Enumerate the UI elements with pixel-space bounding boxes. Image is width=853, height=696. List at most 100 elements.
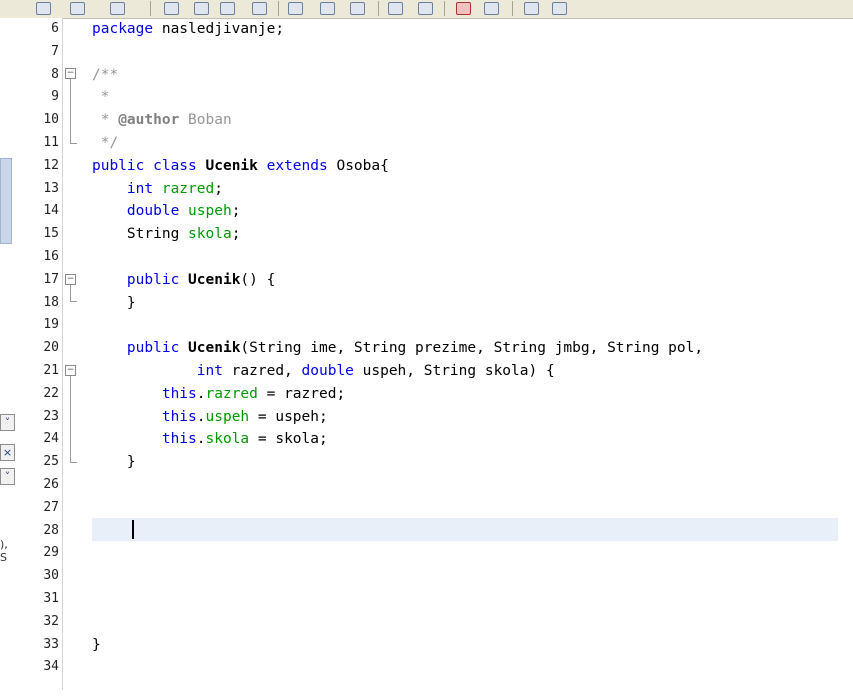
code-line: int razred, double uspeh, String skola) …	[92, 360, 838, 383]
chevron-down-icon[interactable]: ˅	[0, 468, 15, 485]
line-number: 14	[43, 203, 59, 219]
code-line: /**	[92, 64, 838, 87]
chevron-down-icon[interactable]: ˅	[0, 414, 15, 431]
fold-guide	[70, 285, 71, 301]
code-line: double uspeh;	[92, 200, 838, 223]
comment-text: /**	[92, 66, 119, 83]
line-number: 22	[43, 385, 59, 401]
stop-icon[interactable]	[418, 2, 433, 15]
keyword: int	[92, 180, 154, 197]
find-icon[interactable]	[164, 2, 179, 15]
line-number: 33	[43, 636, 59, 652]
fold-collapse-icon[interactable]: −	[65, 274, 76, 285]
line-number: 31	[43, 590, 59, 606]
scrollbar-thumb[interactable]	[0, 158, 12, 244]
code-line: int razred;	[92, 178, 838, 201]
toolbar-separator	[150, 1, 151, 16]
previous-occurrence-icon[interactable]	[288, 2, 303, 15]
line-number: 18	[43, 294, 59, 310]
line-number: 20	[43, 340, 59, 356]
method-name: Ucenik	[179, 340, 241, 357]
shift-left-icon[interactable]	[524, 2, 539, 15]
open-project-icon[interactable]	[70, 2, 85, 15]
code-text: razred,	[222, 362, 293, 379]
shift-right-icon[interactable]	[552, 2, 567, 15]
code-line: String skola;	[92, 223, 838, 246]
code-text: ;	[214, 180, 223, 197]
editor-toolbar	[0, 0, 853, 19]
keyword: int	[92, 362, 223, 379]
fold-guide	[70, 79, 71, 143]
code-text: () {	[240, 271, 276, 288]
keyword: package	[92, 21, 154, 37]
fold-collapse-icon[interactable]: −	[65, 365, 76, 376]
code-text: ;	[231, 203, 241, 220]
keyword: public	[92, 340, 180, 357]
save-icon[interactable]	[110, 2, 125, 15]
line-number: 15	[43, 226, 59, 242]
keyword: double	[292, 362, 354, 379]
comment-text: *	[92, 112, 119, 129]
line-number: 7	[51, 43, 59, 59]
keyword: this	[92, 408, 197, 425]
line-number: 8	[51, 66, 59, 82]
next-occurrence-icon[interactable]	[320, 2, 335, 15]
panel-partial-text: ), S	[0, 538, 8, 564]
code-line: }	[92, 451, 838, 474]
line-number: 21	[43, 362, 59, 378]
line-number: 17	[43, 271, 59, 287]
code-line: }	[92, 634, 838, 657]
comment-text: Boban	[179, 112, 232, 129]
keyword: double	[92, 203, 180, 220]
line-numbers: 6 7 8 9 10 11 12 13 14 15 16 17 18 19 20…	[17, 18, 59, 679]
forward-icon[interactable]	[220, 2, 235, 15]
code-text: }	[92, 454, 136, 471]
field-name: skola	[179, 226, 232, 243]
new-file-icon[interactable]	[36, 2, 51, 15]
side-panel: ˅ × ˅ ), S	[0, 18, 18, 690]
line-number: 34	[43, 659, 59, 675]
code-line: }	[92, 292, 838, 315]
line-number: 9	[51, 89, 59, 105]
line-number: 25	[43, 454, 59, 470]
run-icon[interactable]	[456, 2, 471, 15]
bottom-edge	[0, 690, 853, 696]
debug-icon[interactable]	[484, 2, 499, 15]
code-line: *	[92, 86, 838, 109]
code-text: = uspeh;	[249, 408, 328, 425]
code-text: }	[92, 636, 101, 653]
code-line: this.uspeh = uspeh;	[92, 406, 838, 429]
line-number: 27	[43, 499, 59, 515]
close-icon[interactable]: ×	[0, 444, 15, 461]
toggle-icon[interactable]	[252, 2, 267, 15]
comment-icon[interactable]	[350, 2, 365, 15]
keyword: this	[92, 431, 197, 448]
comment-text: *	[92, 89, 110, 106]
field-name: razred	[205, 385, 258, 402]
code-text: .	[196, 408, 206, 425]
toolbar-separator	[378, 1, 379, 16]
keyword: public	[92, 271, 180, 288]
code-line: public Ucenik(String ime, String prezime…	[92, 337, 838, 360]
line-number: 13	[43, 180, 59, 196]
line-number: 6	[51, 21, 59, 36]
line-number: 23	[43, 408, 59, 424]
code-line: * @author Boban	[92, 109, 838, 132]
record-macro-icon[interactable]	[388, 2, 403, 15]
field-name: uspeh	[205, 408, 250, 425]
line-number: 29	[43, 545, 59, 561]
class-name: Ucenik	[196, 157, 258, 174]
keyword: class	[144, 157, 197, 174]
back-icon[interactable]	[194, 2, 209, 15]
code-editor[interactable]: package nasledjivanje; /** * * @author B…	[92, 18, 838, 679]
fold-collapse-icon[interactable]: −	[65, 68, 76, 79]
